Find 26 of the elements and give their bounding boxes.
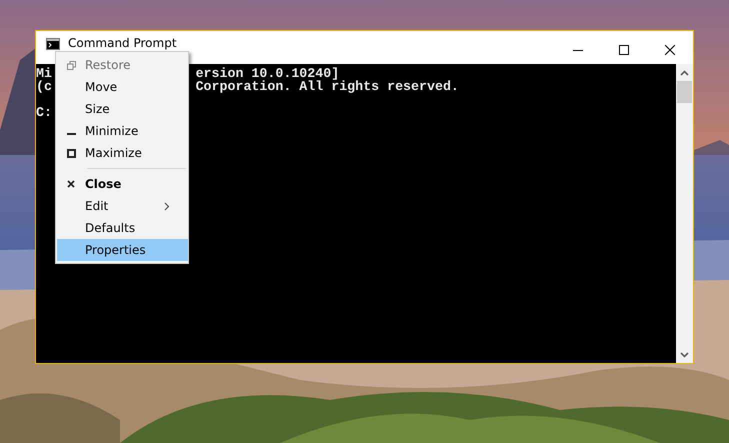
console-text: Corporation. All rights reserved. [196,80,459,93]
menu-item[interactable]: Edit [57,195,188,217]
terminal-icon[interactable] [46,38,60,50]
console-text: ersion 10.0.10240] [196,67,340,80]
close-icon [665,45,675,55]
menu-item[interactable]: Properties [57,239,188,261]
maximize-icon [66,148,76,158]
console-text: Mi [36,67,52,80]
scrollbar[interactable] [676,64,693,363]
console-text: (c [36,80,52,93]
window-title: Command Prompt [68,35,177,52]
menu-item[interactable]: Defaults [57,217,188,239]
menu-item[interactable]: Move [57,76,188,98]
scroll-thumb[interactable] [677,81,692,103]
close-icon [67,180,75,188]
console-text: C: [36,106,52,119]
scroll-down-icon[interactable] [680,352,689,358]
menu-item[interactable]: Maximize [57,142,188,164]
scroll-up-icon[interactable] [680,70,689,76]
menu-item[interactable]: Size [57,98,188,120]
restore-icon [66,60,76,70]
maximize-icon [619,45,629,55]
minimize-icon [66,133,76,135]
chevron-right-icon [164,202,170,212]
menu-item[interactable]: Minimize [57,120,188,142]
menu-item[interactable]: Close [57,173,188,195]
